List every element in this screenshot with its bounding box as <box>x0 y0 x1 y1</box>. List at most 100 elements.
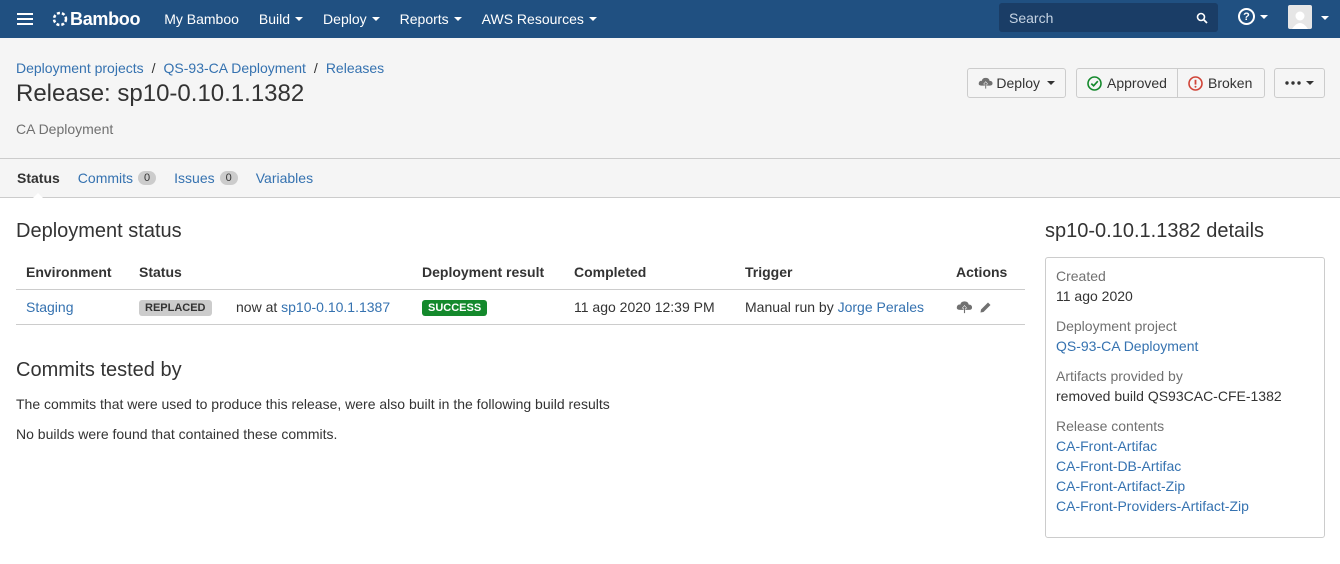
cloud-upload-icon <box>978 77 993 89</box>
breadcrumb-deployment-projects[interactable]: Deployment projects <box>16 60 144 76</box>
issues-count-badge: 0 <box>219 171 238 185</box>
chevron-down-icon <box>1047 81 1055 85</box>
more-icon <box>1285 81 1301 85</box>
nav-deploy-label: Deploy <box>323 11 367 27</box>
chevron-down-icon <box>295 17 304 21</box>
deployment-status-table: Environment Status Deployment result Com… <box>16 264 1025 325</box>
deploy-button-label: Deploy <box>996 75 1040 91</box>
deployment-project-value: QS-93-CA Deployment <box>1056 338 1314 354</box>
nav-aws-resources[interactable]: AWS Resources <box>472 0 607 38</box>
deployment-project-link[interactable]: QS-93-CA Deployment <box>1056 338 1314 354</box>
tab-commits-label: Commits <box>77 170 134 186</box>
cell-completed: 11 ago 2020 12:39 PM <box>564 289 735 325</box>
cell-result: SUCCESS <box>412 289 564 325</box>
artifacts-value: removed build QS93CAC-CFE-1382 <box>1056 388 1282 404</box>
menu-icon[interactable] <box>6 0 44 38</box>
logo-text: Bamboo <box>70 8 141 29</box>
now-at-label: now at <box>236 299 278 315</box>
chevron-down-icon <box>1306 81 1314 85</box>
breadcrumb-separator: / <box>151 60 156 76</box>
broken-button-label: Broken <box>1208 75 1253 91</box>
artifact-link[interactable]: CA-Front-Artifact-Zip <box>1056 478 1314 494</box>
cell-now-at: now at sp10-0.10.1.1387 <box>226 289 412 325</box>
breadcrumb-separator: / <box>313 60 318 76</box>
chevron-down-icon <box>1260 14 1268 19</box>
status-badge: REPLACED <box>139 300 212 316</box>
tab-commits[interactable]: Commits 0 <box>69 159 165 198</box>
commits-description: The commits that were used to produce th… <box>16 396 610 412</box>
tab-status-label: Status <box>17 170 60 186</box>
release-details-sidebar: sp10-0.10.1.1382 details Created 11 ago … <box>1045 220 1325 538</box>
nav-build[interactable]: Build <box>249 0 313 38</box>
tab-bar: Status Commits 0 Issues 0 Variables <box>0 159 1340 199</box>
nav-aws-resources-label: AWS Resources <box>481 11 584 27</box>
deployment-project-label: Deployment project <box>1056 318 1177 334</box>
help-menu[interactable]: ? <box>1238 8 1268 25</box>
cell-trigger: Manual run by Jorge Perales <box>735 289 946 325</box>
chevron-down-icon <box>371 17 380 21</box>
page-title: Release: sp10-0.10.1.1382 <box>16 80 305 107</box>
broken-button[interactable]: Broken <box>1177 68 1265 98</box>
trigger-user-link[interactable]: Jorge Perales <box>838 299 924 315</box>
page-subtitle: CA Deployment <box>16 121 114 137</box>
cell-status: REPLACED <box>129 289 226 325</box>
trigger-label: Manual run by <box>745 299 834 315</box>
column-environment: Environment <box>16 264 129 290</box>
nav-my-bamboo-label: My Bamboo <box>164 11 239 27</box>
tab-status[interactable]: Status <box>8 159 69 199</box>
created-value: 11 ago 2020 <box>1056 288 1133 304</box>
search-icon[interactable] <box>1196 12 1208 24</box>
artifact-link[interactable]: CA-Front-Artifac <box>1056 438 1314 454</box>
tab-issues-label: Issues <box>174 170 215 186</box>
chevron-down-icon <box>453 17 462 21</box>
page-header: Deployment projects / QS-93-CA Deployment /… <box>0 38 1340 159</box>
check-circle-icon <box>1087 75 1102 91</box>
nav-deploy[interactable]: Deploy <box>313 0 390 38</box>
main-content: Deployment status Environment Status Dep… <box>16 220 1026 442</box>
edit-pencil-icon[interactable] <box>979 301 992 314</box>
table-header-row: Environment Status Deployment result Com… <box>16 264 1025 290</box>
tab-variables[interactable]: Variables <box>247 159 322 198</box>
tab-issues[interactable]: Issues 0 <box>165 159 247 198</box>
current-release-link[interactable]: sp10-0.10.1.1387 <box>281 299 390 315</box>
tab-variables-label: Variables <box>255 170 314 186</box>
top-navigation: Bamboo My Bamboo Build Deploy Reports AW… <box>0 0 1340 38</box>
avatar[interactable] <box>1288 5 1312 29</box>
commits-tested-title: Commits tested by <box>16 359 182 381</box>
cell-actions <box>946 289 1025 325</box>
details-title: sp10-0.10.1.1382 details <box>1045 220 1265 242</box>
nav-reports[interactable]: Reports <box>390 0 472 38</box>
search-box <box>999 3 1218 32</box>
artifacts-label: Artifacts provided by <box>1056 368 1183 384</box>
no-builds-message: No builds were found that contained thes… <box>16 426 338 442</box>
nav-build-label: Build <box>258 11 291 27</box>
column-status: Status <box>129 264 226 290</box>
nav-my-bamboo[interactable]: My Bamboo <box>154 0 249 38</box>
column-trigger: Trigger <box>735 264 946 290</box>
more-actions-button[interactable] <box>1274 68 1325 98</box>
environment-link[interactable]: Staging <box>26 299 73 315</box>
breadcrumb-releases[interactable]: Releases <box>326 60 384 76</box>
release-contents-label: Release contents <box>1056 418 1165 434</box>
cell-environment: Staging <box>16 289 129 325</box>
deployment-status-title: Deployment status <box>16 220 182 242</box>
breadcrumb-project[interactable]: QS-93-CA Deployment <box>164 60 306 76</box>
column-deployment-result: Deployment result <box>412 264 564 290</box>
details-box: Created 11 ago 2020 Deployment project Q… <box>1045 257 1325 538</box>
approved-button[interactable]: Approved <box>1076 68 1178 98</box>
column-now-at <box>226 264 412 290</box>
column-completed: Completed <box>564 264 735 290</box>
bamboo-logo[interactable]: Bamboo <box>52 8 141 30</box>
artifact-link[interactable]: CA-Front-Providers-Artifact-Zip <box>1056 498 1314 514</box>
breadcrumb: Deployment projects / QS-93-CA Deployment /… <box>16 60 384 76</box>
search-input[interactable] <box>1009 9 1189 26</box>
row-actions <box>956 299 1015 315</box>
release-contents-list: CA-Front-Artifac CA-Front-DB-Artifac CA-… <box>1056 438 1314 514</box>
bamboo-logo-icon <box>52 11 68 27</box>
deploy-button[interactable]: Deploy <box>967 68 1066 98</box>
approved-button-label: Approved <box>1107 75 1167 91</box>
deploy-cloud-icon[interactable] <box>956 299 973 315</box>
chevron-down-icon[interactable] <box>1321 16 1329 20</box>
artifact-link[interactable]: CA-Front-DB-Artifac <box>1056 458 1314 474</box>
commits-count-badge: 0 <box>138 171 157 185</box>
